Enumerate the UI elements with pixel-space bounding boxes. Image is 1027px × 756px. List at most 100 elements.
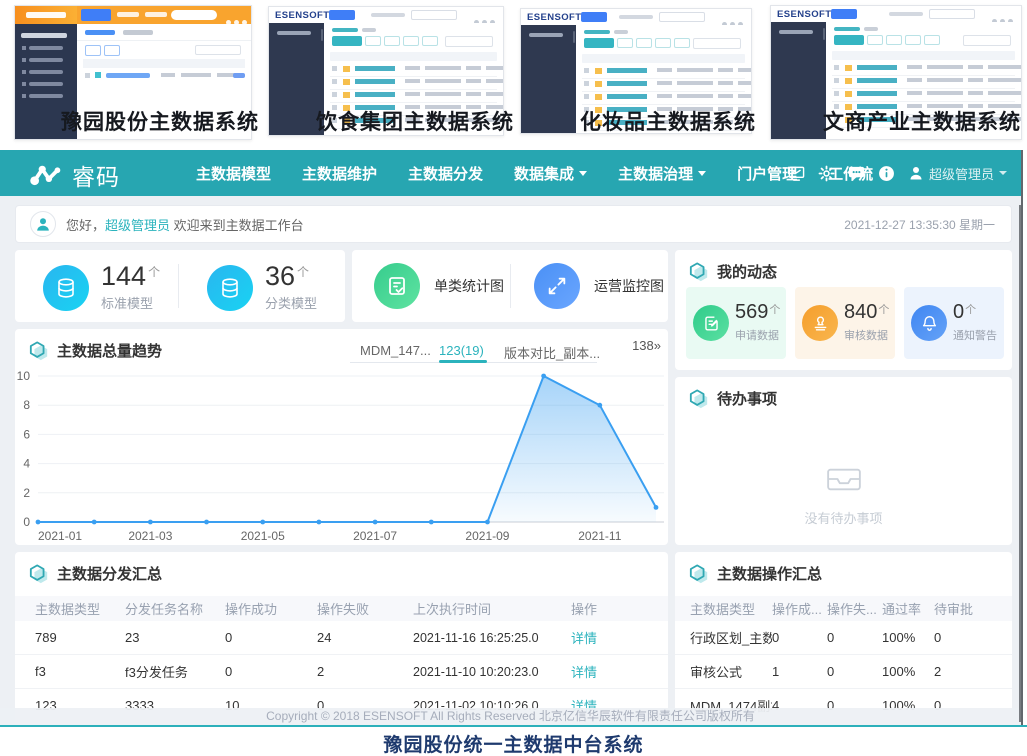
nav-item-maintain[interactable]: 主数据维护 xyxy=(302,163,377,184)
thumbnail-caption: 豫园股份主数据系统 xyxy=(60,106,260,136)
stat-value: 144 xyxy=(101,261,146,291)
window-edge xyxy=(1019,205,1021,722)
chevron-down-icon xyxy=(698,171,706,176)
stat-value: 36 xyxy=(265,261,295,291)
hexagon-icon xyxy=(689,262,709,282)
avatar xyxy=(30,211,56,237)
quick-link-statistics[interactable]: 单类统计图 xyxy=(374,263,504,309)
mini-sidebar xyxy=(771,22,826,139)
nav-item-distribute[interactable]: 主数据分发 xyxy=(408,163,483,184)
chevron-down-icon xyxy=(999,171,1007,175)
quick-link-label: 单类统计图 xyxy=(434,276,504,296)
monitor-chart-icon[interactable] xyxy=(788,165,805,182)
page: ESENSOFT ESENSOFT xyxy=(0,0,1027,756)
empty-inbox-icon xyxy=(825,465,863,493)
mini-toolbar xyxy=(834,35,943,45)
mini-esensoft-logo: ESENSOFT xyxy=(275,10,329,21)
svg-text:4: 4 xyxy=(23,457,30,471)
welcome-username[interactable]: 超级管理员 xyxy=(105,218,170,233)
stat-label: 标准模型 xyxy=(101,293,160,312)
nav-item-model[interactable]: 主数据模型 xyxy=(196,163,271,184)
mini-table-header xyxy=(832,51,1015,60)
svg-text:6: 6 xyxy=(23,427,30,441)
my-activity-panel: 我的动态 569个 申请数据 840个 xyxy=(675,250,1012,370)
svg-text:10: 10 xyxy=(17,369,31,383)
hexagon-icon xyxy=(29,341,49,361)
message-icon[interactable] xyxy=(848,165,865,182)
activity-apply-card[interactable]: 569个 申请数据 xyxy=(686,287,786,359)
panel-title: 主数据总量趋势 xyxy=(57,340,162,361)
quick-links-card: 单类统计图 运营监控图 xyxy=(352,250,668,322)
hexagon-icon xyxy=(689,389,709,409)
svg-text:2021-11: 2021-11 xyxy=(578,529,621,543)
app-logo-text: 睿码 xyxy=(72,158,120,192)
info-icon[interactable] xyxy=(878,165,895,182)
detail-link[interactable]: 详情 xyxy=(571,628,668,647)
mini-search-box xyxy=(963,35,1011,46)
panel-title: 主数据分发汇总 xyxy=(57,563,162,584)
svg-text:2021-03: 2021-03 xyxy=(128,529,172,543)
mini-search-box xyxy=(929,9,975,19)
table-row: 行政区划_主数...0 0100% 0 xyxy=(675,621,1012,655)
operations-summary-card: 主数据操作汇总 主数据类型操作成... 操作失...通过率 待审批 行政区划_主… xyxy=(675,552,1012,725)
mini-toolbar xyxy=(584,38,693,48)
mini-header: ESENSOFT xyxy=(521,9,751,26)
activity-review-card[interactable]: 840个 审核数据 xyxy=(795,287,895,359)
stat-standard-models[interactable]: 144个 标准模型 xyxy=(43,263,160,312)
todo-panel: 待办事项 没有待办事项 xyxy=(675,377,1012,545)
stat-unit: 个 xyxy=(148,265,160,279)
copyright-footer: Copyright © 2018 ESENSOFT All Rights Res… xyxy=(0,708,1021,725)
gear-icon[interactable] xyxy=(818,165,835,182)
svg-text:8: 8 xyxy=(23,398,30,412)
chart-doc-icon xyxy=(374,263,420,309)
stat-category-models[interactable]: 36个 分类模型 xyxy=(207,263,317,312)
distribution-summary-card: 主数据分发汇总 主数据类型分发任务名称 操作成功操作失败 上次执行时间操作 78… xyxy=(15,552,668,725)
app-logo[interactable]: 睿码 xyxy=(28,158,120,192)
main-nav: 主数据模型 主数据维护 主数据分发 数据集成 主数据治理 门户管理 工作流 xyxy=(196,150,873,196)
mini-header: ESENSOFT xyxy=(771,6,1021,23)
mini-toolbar xyxy=(332,36,441,46)
todo-empty-state: 没有待办事项 xyxy=(675,465,1012,527)
quick-link-label: 运营监控图 xyxy=(594,276,664,296)
svg-text:2021-01: 2021-01 xyxy=(38,529,82,543)
tab-mdm147[interactable]: MDM_147... xyxy=(360,343,431,358)
activity-value: 569 xyxy=(735,301,768,323)
mini-nav-button xyxy=(831,9,857,19)
activity-alert-card[interactable]: 0个 通知警告 xyxy=(904,287,1004,359)
detail-link[interactable]: 详情 xyxy=(571,662,668,681)
panel-title: 主数据操作汇总 xyxy=(717,563,822,584)
quick-link-monitor[interactable]: 运营监控图 xyxy=(534,263,664,309)
mini-search-box xyxy=(659,12,705,22)
mini-table-header xyxy=(330,52,497,61)
table-header-row: 主数据类型操作成... 操作失...通过率 待审批 xyxy=(675,596,1012,621)
doc-pencil-icon xyxy=(693,305,729,341)
trend-line-chart: 02468102021-012021-032021-052021-072021-… xyxy=(15,369,668,545)
tab-123[interactable]: 123(19) xyxy=(439,343,484,358)
mini-esensoft-logo: ESENSOFT xyxy=(527,12,581,23)
mini-search-box xyxy=(171,10,217,20)
activity-label: 申请数据 xyxy=(735,327,779,343)
tab-pager[interactable]: 138» xyxy=(632,338,661,353)
page-caption: 豫园股份统一主数据中台系统 xyxy=(0,730,1027,756)
activity-label: 通知警告 xyxy=(953,327,997,343)
nav-item-integration[interactable]: 数据集成 xyxy=(514,163,587,184)
panel-title: 待办事项 xyxy=(717,388,777,409)
nav-item-governance[interactable]: 主数据治理 xyxy=(618,163,706,184)
tab-version-compare[interactable]: 版本对比_副本... xyxy=(504,343,600,362)
database-icon xyxy=(43,265,89,311)
mini-table-header xyxy=(582,54,745,63)
table-row: 审核公式1 0100% 2 xyxy=(675,655,1012,689)
mini-search-box xyxy=(445,36,493,47)
svg-text:2021-05: 2021-05 xyxy=(241,529,285,543)
thumbnail-caption: 化妆品主数据系统 xyxy=(568,106,768,136)
bottom-divider xyxy=(0,725,1027,727)
username-label: 超级管理员 xyxy=(929,164,994,183)
svg-text:2021-09: 2021-09 xyxy=(465,529,509,543)
top-icon-group: 超级管理员 xyxy=(788,150,1007,196)
thumbnail-caption: 饮食集团主数据系统 xyxy=(315,106,515,136)
user-icon xyxy=(908,165,924,181)
activity-value: 840 xyxy=(844,301,877,323)
table-header-row: 主数据类型分发任务名称 操作成功操作失败 上次执行时间操作 xyxy=(15,596,668,621)
mini-nav-button xyxy=(581,12,607,22)
user-menu[interactable]: 超级管理员 xyxy=(908,164,1007,183)
